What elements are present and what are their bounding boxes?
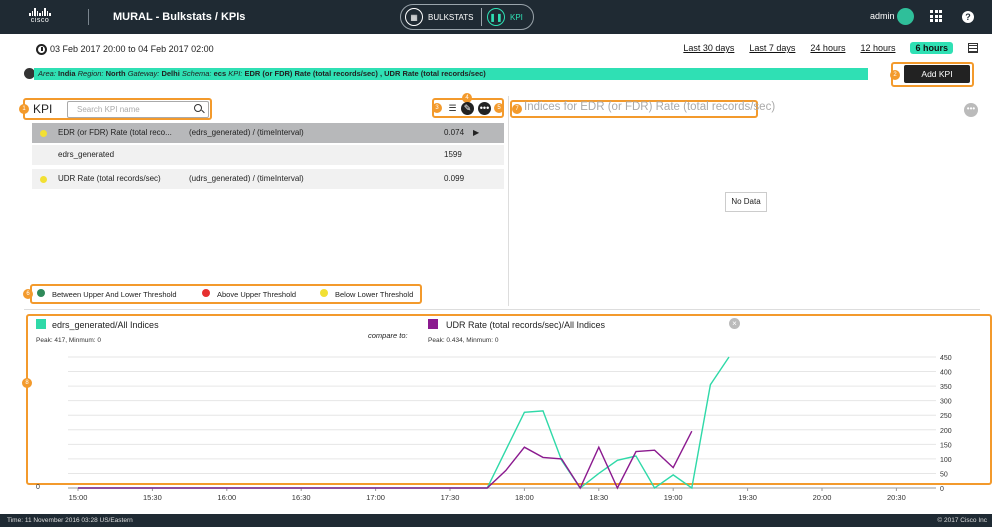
footer-time: Time: 11 November 2016 03:28 US/Eastern	[7, 517, 133, 524]
x-tick-label: 18:00	[515, 493, 534, 502]
y-tick-label: 100	[940, 457, 952, 464]
y-tick-label: 150	[940, 442, 952, 449]
x-tick-label: 15:30	[143, 493, 162, 502]
x-tick-label: 18:30	[589, 493, 608, 502]
y-tick-label: 200	[940, 428, 952, 435]
series-line-1	[78, 430, 693, 490]
line-chart: 0 50 100 150 200 250 300 350 400 450 0 15:00 15:30 16…	[36, 355, 952, 502]
x-tick-label: 20:30	[887, 493, 906, 502]
y-tick-label: 250	[940, 413, 952, 420]
series-line-0	[78, 356, 730, 490]
x-tick-label: 15:00	[69, 493, 88, 502]
x-tick-label: 16:00	[217, 493, 236, 502]
x-tick-label: 17:00	[366, 493, 385, 502]
x-tick-label: 19:30	[738, 493, 757, 502]
y-tick-label: 300	[940, 399, 952, 406]
y-tick-label: 50	[940, 471, 948, 478]
x-tick-label: 19:00	[664, 493, 683, 502]
y-tick-label: 0	[940, 486, 944, 493]
y-tick-label: 450	[940, 355, 952, 362]
footer-copyright: © 2017 Cisco Inc	[937, 517, 987, 524]
y-tick-label: 400	[940, 370, 952, 377]
footer: Time: 11 November 2016 03:28 US/Eastern …	[0, 514, 992, 527]
left-axis-label: 0	[36, 484, 40, 491]
y-tick-label: 350	[940, 384, 952, 391]
x-tick-label: 17:30	[441, 493, 460, 502]
x-tick-label: 16:30	[292, 493, 311, 502]
x-tick-label: 20:00	[813, 493, 832, 502]
